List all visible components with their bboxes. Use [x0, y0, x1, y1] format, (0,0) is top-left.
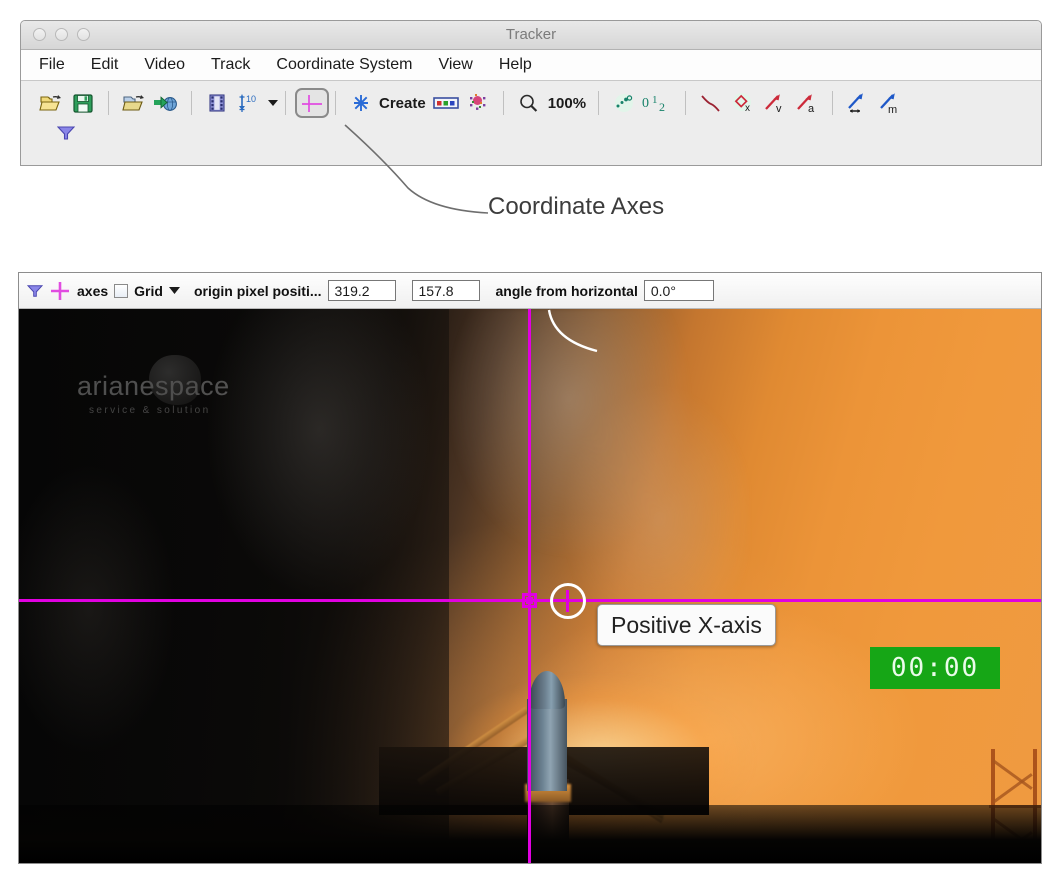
track-control-button[interactable]: [430, 88, 462, 118]
svg-text:x: x: [745, 103, 750, 114]
main-toolbar: 10 Create 100% 0 1 2 x v a m: [21, 81, 1041, 165]
tracker-main-window: Tracker File Edit Video Track Coordinate…: [20, 20, 1042, 166]
video-panel-window: axes Grid origin pixel positi... 319.2 1…: [18, 272, 1042, 864]
velocity-v-icon: v: [762, 92, 788, 114]
menu-help[interactable]: Help: [499, 56, 532, 74]
coordinate-axes-callout-label: Coordinate Axes: [488, 193, 665, 220]
axes-cross-icon[interactable]: [49, 281, 71, 301]
calibration-tools-button[interactable]: [462, 88, 494, 118]
svg-text:a: a: [808, 103, 815, 114]
create-track-button[interactable]: [345, 88, 377, 118]
menu-view[interactable]: View: [438, 56, 472, 74]
mission-timer-value: 00:00: [890, 653, 980, 683]
open-folder-icon: [39, 92, 63, 114]
menu-video[interactable]: Video: [144, 56, 185, 74]
toolbar-separator: [502, 91, 504, 115]
watermark-blob: [149, 355, 201, 405]
svg-text:1: 1: [652, 94, 658, 106]
arianespace-watermark: arianespace service & solution: [77, 355, 297, 433]
positive-x-axis-callout: Positive X-axis: [597, 604, 776, 646]
origin-marker-center: [526, 597, 533, 604]
create-label[interactable]: Create: [379, 95, 426, 112]
svg-text:m: m: [888, 104, 897, 114]
toolbar-separator: [685, 91, 687, 115]
save-disk-icon: [72, 92, 94, 114]
watermark-sub-text: service & solution: [89, 405, 211, 416]
step-10-icon: 10: [236, 92, 262, 114]
toolbar-separator: [335, 91, 336, 115]
toolbar-separator: [598, 91, 600, 115]
video-filters-button[interactable]: [201, 88, 233, 118]
acceleration-vector-button[interactable]: a: [791, 88, 823, 118]
position-vector-button[interactable]: x: [727, 88, 759, 118]
position-x-icon: x: [730, 92, 756, 114]
trail-dots-icon: [612, 93, 636, 113]
menu-edit[interactable]: Edit: [91, 56, 119, 74]
toolbar-separator: [832, 91, 834, 115]
vector-scale-button[interactable]: m: [874, 88, 906, 118]
svg-text:0: 0: [642, 96, 649, 111]
track-toolbar: axes Grid origin pixel positi... 319.2 1…: [19, 273, 1041, 309]
video-canvas[interactable]: arianespace service & solution 00:00: [19, 309, 1041, 863]
svg-text:10: 10: [246, 94, 256, 104]
window-titlebar: Tracker: [21, 21, 1041, 50]
chevron-down-icon[interactable]: [168, 286, 180, 295]
number-012-icon: 0 1 2: [641, 92, 675, 114]
track-name-label[interactable]: axes: [77, 283, 108, 299]
filter-triangle-icon[interactable]: [57, 125, 75, 141]
menu-bar: File Edit Video Track Coordinate System …: [21, 50, 1041, 81]
rocket-upper-stage: [527, 699, 567, 791]
vector-xm-icon: m: [876, 92, 904, 114]
handle-cross-horizontal: [558, 599, 578, 602]
filter-triangle-icon[interactable]: [27, 284, 43, 298]
menu-coordinate-system[interactable]: Coordinate System: [276, 56, 412, 74]
angle-from-horizontal-label: angle from horizontal: [495, 282, 638, 299]
open-library-icon: [122, 92, 146, 114]
toolbar-second-row: [21, 125, 1041, 151]
calibration-icon: [467, 93, 489, 113]
coordinate-axes-button[interactable]: [295, 88, 329, 118]
path-curve-icon: [698, 92, 724, 114]
mission-timer-overlay: 00:00: [870, 647, 1000, 689]
trails-button[interactable]: [608, 88, 640, 118]
axes-cross-icon: [300, 93, 324, 113]
rgb-strip-icon: [432, 95, 459, 111]
zoom-level-label[interactable]: 100%: [548, 95, 586, 112]
magnifier-icon: [518, 93, 540, 113]
toolbar-separator: [285, 91, 286, 115]
positive-x-axis-callout-label: Positive X-axis: [611, 611, 762, 638]
acceleration-a-icon: a: [794, 92, 820, 114]
svg-text:v: v: [776, 103, 782, 114]
save-file-button[interactable]: [67, 88, 99, 118]
origin-x-field[interactable]: 319.2: [327, 280, 396, 301]
origin-position-label: origin pixel positi...: [193, 282, 322, 299]
menu-track[interactable]: Track: [211, 56, 250, 74]
clip-settings-dropdown[interactable]: [265, 88, 281, 118]
film-strip-icon: [207, 92, 227, 114]
clip-settings-button[interactable]: 10: [233, 88, 265, 118]
velocity-vector-button[interactable]: v: [759, 88, 791, 118]
vector-sum-icon: [844, 92, 872, 114]
frame-numbers-button[interactable]: 0 1 2: [640, 88, 676, 118]
export-web-button[interactable]: [150, 88, 182, 118]
export-globe-icon: [153, 92, 179, 114]
toolbar-separator: [108, 91, 109, 115]
vector-sum-button[interactable]: [842, 88, 874, 118]
open-library-button[interactable]: [118, 88, 150, 118]
open-file-button[interactable]: [35, 88, 67, 118]
angle-field[interactable]: 0.0°: [643, 280, 714, 301]
svg-text:2: 2: [659, 100, 665, 114]
chevron-down-icon: [268, 99, 278, 107]
grid-checkbox[interactable]: [114, 283, 129, 298]
menu-file[interactable]: File: [39, 56, 65, 74]
path-curve-button[interactable]: [695, 88, 727, 118]
origin-y-field[interactable]: 157.8: [411, 280, 480, 301]
window-title: Tracker: [505, 26, 557, 43]
zoom-button-toolbar[interactable]: [513, 88, 545, 118]
y-axis-line[interactable]: [528, 309, 531, 863]
toolbar-separator: [191, 91, 192, 115]
grid-label[interactable]: Grid: [134, 283, 163, 299]
asterisk-icon: [351, 93, 371, 113]
